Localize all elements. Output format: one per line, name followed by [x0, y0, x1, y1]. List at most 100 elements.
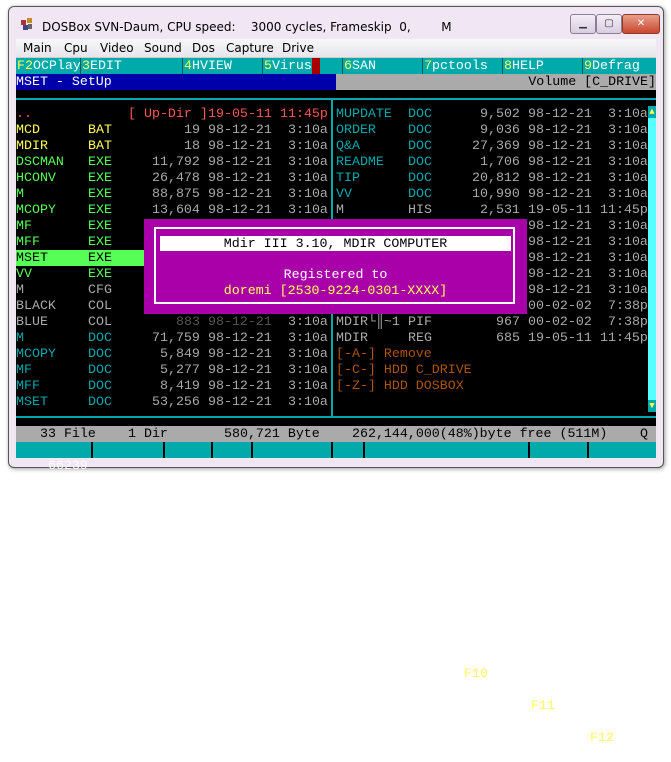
file-date: 00-02-02 — [528, 298, 592, 313]
panel-bottom-border — [16, 416, 656, 418]
scroll-up-icon[interactable]: ▲ — [648, 106, 656, 118]
file-ext: REG — [408, 330, 432, 345]
menu-video[interactable]: Video — [100, 41, 134, 55]
minimize-button[interactable]: ▁ — [570, 14, 596, 34]
file-row[interactable]: MCOPY DOC 5,849 98-12-21 3:10a — [16, 346, 328, 362]
file-row[interactable]: MCD BAT 19 98-12-21 3:10a — [16, 122, 328, 138]
file-row[interactable]: MUPDATE DOC 9,502 98-12-21 3:10a — [336, 106, 648, 122]
file-row[interactable]: MCOPY EXE 13,604 98-12-21 3:10a — [16, 202, 328, 218]
file-time: 3:10a — [288, 314, 328, 329]
free-space: 262,144,000(48%)byte free (511M) — [352, 426, 608, 441]
menu-sound[interactable]: Sound — [144, 41, 182, 55]
f10-mcd[interactable]: F10=MCD — [464, 666, 520, 682]
weekday: SAT — [336, 618, 360, 633]
file-name: M — [16, 330, 24, 345]
file-time: 3:10a — [288, 122, 328, 137]
file-row[interactable]: [-A-] Remove — [336, 346, 648, 362]
scrollbar[interactable]: ▲ ▼ — [648, 106, 656, 412]
fkey-hview[interactable]: 4HVIEW — [182, 58, 232, 74]
file-ext: COL — [88, 314, 112, 329]
file-size: 71,759 — [152, 330, 200, 345]
file-time: 11:45p — [280, 106, 328, 121]
dialog-registered-label: Registered to — [283, 267, 388, 282]
file-row[interactable]: M DOC 71,759 98-12-21 3:10a — [16, 330, 328, 346]
file-row[interactable]: ORDER DOC 9,036 98-12-21 3:10a — [336, 122, 648, 138]
file-size: 5,849 — [160, 346, 200, 361]
file-time: 3:10a — [288, 170, 328, 185]
file-time: 3:10a — [608, 186, 648, 201]
file-date: 98-12-21 — [208, 138, 272, 153]
file-date: 98-12-21 — [208, 122, 272, 137]
file-row[interactable]: BLUE COL 883 98-12-21 3:10a — [16, 314, 328, 330]
scroll-down-icon[interactable]: ▼ — [648, 400, 656, 412]
file-time: 3:10a — [288, 138, 328, 153]
file-size: 5,277 — [160, 362, 200, 377]
file-row[interactable]: README DOC 1,706 98-12-21 3:10a — [336, 154, 648, 170]
file-row[interactable]: TIP DOC 20,812 98-12-21 3:10a — [336, 170, 648, 186]
file-date: 98-12-21 — [208, 394, 272, 409]
file-time: 3:10a — [288, 346, 328, 361]
file-row[interactable]: MDIR BAT 18 98-12-21 3:10a — [16, 138, 328, 154]
maximize-button[interactable]: ▢ — [596, 14, 622, 34]
file-date: 19-05-11 — [528, 330, 592, 345]
file-ext: DOC — [88, 346, 112, 361]
f11-qcd[interactable]: F11=QCD — [531, 698, 587, 714]
file-row[interactable]: M EXE 88,875 98-12-21 3:10a — [16, 186, 328, 202]
file-row[interactable]: DSCMAN EXE 11,792 98-12-21 3:10a — [16, 154, 328, 170]
file-name: MFF — [16, 378, 40, 393]
file-size: 883 — [176, 314, 200, 329]
file-row[interactable]: [-C-] HDD C_DRIVE — [336, 362, 648, 378]
file-size: 10,990 — [472, 186, 520, 201]
file-row[interactable]: MSET DOC 53,256 98-12-21 3:10a — [16, 394, 328, 410]
file-name: ORDER — [336, 122, 376, 137]
close-button[interactable]: ✕ — [622, 14, 660, 34]
dos-screen[interactable]: F2OCPlay 3EDIT 4HVIEW 5Virus 6SAN 7pctools 8HE… — [16, 58, 656, 745]
file-ext: EXE — [88, 154, 112, 169]
file-name: VV — [336, 186, 352, 201]
file-ext: DOC — [408, 138, 432, 153]
file-row[interactable]: M HIS 2,531 19-05-11 11:45p — [336, 202, 648, 218]
fkey-san[interactable]: 6SAN — [342, 58, 376, 74]
file-date: 98-12-21 — [528, 106, 592, 121]
file-date: 98-12-21 — [208, 378, 272, 393]
fkey-virus[interactable]: 5Virus — [262, 58, 312, 74]
menu-capture[interactable]: Capture — [226, 41, 274, 55]
menu-main[interactable]: Main — [23, 41, 52, 55]
f12-menu[interactable]: F12=Menu — [590, 730, 654, 746]
about-dialog: Mdir III 3.10, MDIR COMPUTER Registered … — [144, 219, 527, 314]
file-ext: EXE — [88, 218, 112, 233]
fkey-defrag[interactable]: 9Defrag — [582, 58, 640, 74]
window-title: DOSBox SVN-Daum, CPU speed: 3000 cycles,… — [42, 20, 452, 34]
fkey-pctools[interactable]: 7pctools — [422, 58, 488, 74]
file-date: 98-12-21 — [528, 250, 592, 265]
fkey-edit[interactable]: 3EDIT — [80, 58, 122, 74]
file-time: 11:45p — [600, 202, 648, 217]
file-ext: EXE — [88, 202, 112, 217]
menu-drive[interactable]: Drive — [282, 41, 314, 55]
file-row[interactable]: VV DOC 10,990 98-12-21 3:10a — [336, 186, 648, 202]
file-row[interactable]: MF DOC 5,277 98-12-21 3:10a — [16, 362, 328, 378]
current-program: MSET - SetUp — [16, 74, 112, 89]
file-name: VV — [16, 266, 32, 281]
title-bar[interactable]: DOSBox SVN-Daum, CPU speed: 3000 cycles,… — [8, 6, 662, 36]
file-row[interactable]: MFF DOC 8,419 98-12-21 3:10a — [16, 378, 328, 394]
file-row[interactable]: MDIR REG 685 19-05-11 11:45p — [336, 330, 648, 346]
file-row[interactable]: .. [ Up-Dir ] 19-05-11 11:45p — [16, 106, 328, 122]
file-size: 2,531 — [480, 202, 520, 217]
fkey-help[interactable]: 8HELP — [502, 58, 544, 74]
menu-dos[interactable]: Dos — [192, 41, 215, 55]
file-row[interactable]: HCONV EXE 26,478 98-12-21 3:10a — [16, 170, 328, 186]
file-date: 98-12-21 — [528, 266, 592, 281]
file-row[interactable]: Q&A DOC 27,369 98-12-21 3:10a — [336, 138, 648, 154]
volume-label: Volume [C_DRIVE] — [528, 74, 656, 89]
menu-cpu[interactable]: Cpu — [64, 41, 88, 55]
file-ext: BAT — [88, 122, 112, 137]
file-attr: A... — [216, 554, 248, 569]
fkey-ocplay[interactable]: F2OCPlay — [16, 58, 81, 74]
file-date: 98-12-21 — [208, 154, 272, 169]
file-row[interactable]: [-Z-] HDD DOSBOX — [336, 378, 648, 394]
file-date: 98-12-21 — [208, 186, 272, 201]
file-row[interactable]: MDIR└║~1 PIF 967 00-02-02 7:38p — [336, 314, 648, 330]
file-size: 53,256 — [152, 394, 200, 409]
file-size: 19 — [184, 122, 200, 137]
